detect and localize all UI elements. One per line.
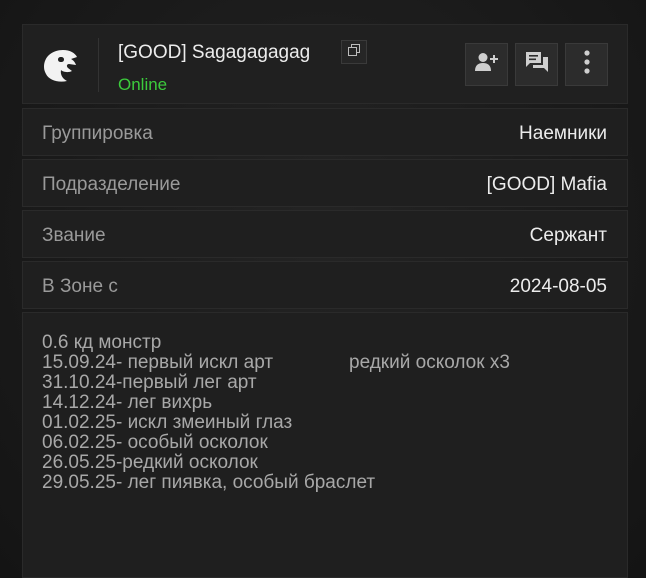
header-divider [98,38,99,92]
notes-line-extra: редкий осколок x3 [349,352,510,373]
detail-value: [GOOD] Mafia [486,174,607,195]
detail-label: Группировка [42,123,153,144]
notes-line: 31.10.24-первый лег арт [42,372,257,393]
detail-row-rank: Звание Сержант [22,210,628,258]
detail-label: В Зоне с [42,276,118,297]
more-options-button[interactable] [565,43,608,86]
notes-line: 06.02.25- особый осколок [42,432,268,453]
notes-line: 01.02.25- искл змеиный глаз [42,412,293,433]
detail-value: 2024-08-05 [509,276,607,297]
eagle-head-icon [41,47,79,85]
detail-row-faction: Группировка Наемники [22,108,628,156]
notes-line: 14.12.24- лег вихрь [42,392,213,413]
chat-icon [525,51,549,78]
detail-value: Наемники [519,123,607,144]
player-name: [GOOD] Sagagagagag [118,42,311,63]
add-friend-icon [474,52,499,77]
profile-notes: 0.6 кд монстр 15.09.24- первый искл арт … [22,312,628,578]
detail-row-zone-since: В Зоне с 2024-08-05 [22,261,628,309]
notes-line: 15.09.24- первый искл арт [42,352,274,373]
profile-header: [GOOD] Sagagagagag Online [22,24,628,104]
message-button[interactable] [515,43,558,86]
add-friend-button[interactable] [465,43,508,86]
profile-card: [GOOD] Sagagagagag Online Группировка На… [22,24,628,578]
detail-label: Звание [42,225,106,246]
copy-name-button[interactable] [341,40,367,64]
notes-line: 26.05.25-редкий осколок [42,452,258,473]
copy-icon [348,43,360,61]
notes-line: 0.6 кд монстр [42,332,162,353]
more-vertical-icon [583,50,590,79]
detail-value: Сержант [529,225,607,246]
online-status: Online [118,75,168,94]
detail-row-division: Подразделение [GOOD] Mafia [22,159,628,207]
notes-line: 29.05.25- лег пиявка, особый браслет [42,472,376,493]
detail-label: Подразделение [42,174,181,195]
